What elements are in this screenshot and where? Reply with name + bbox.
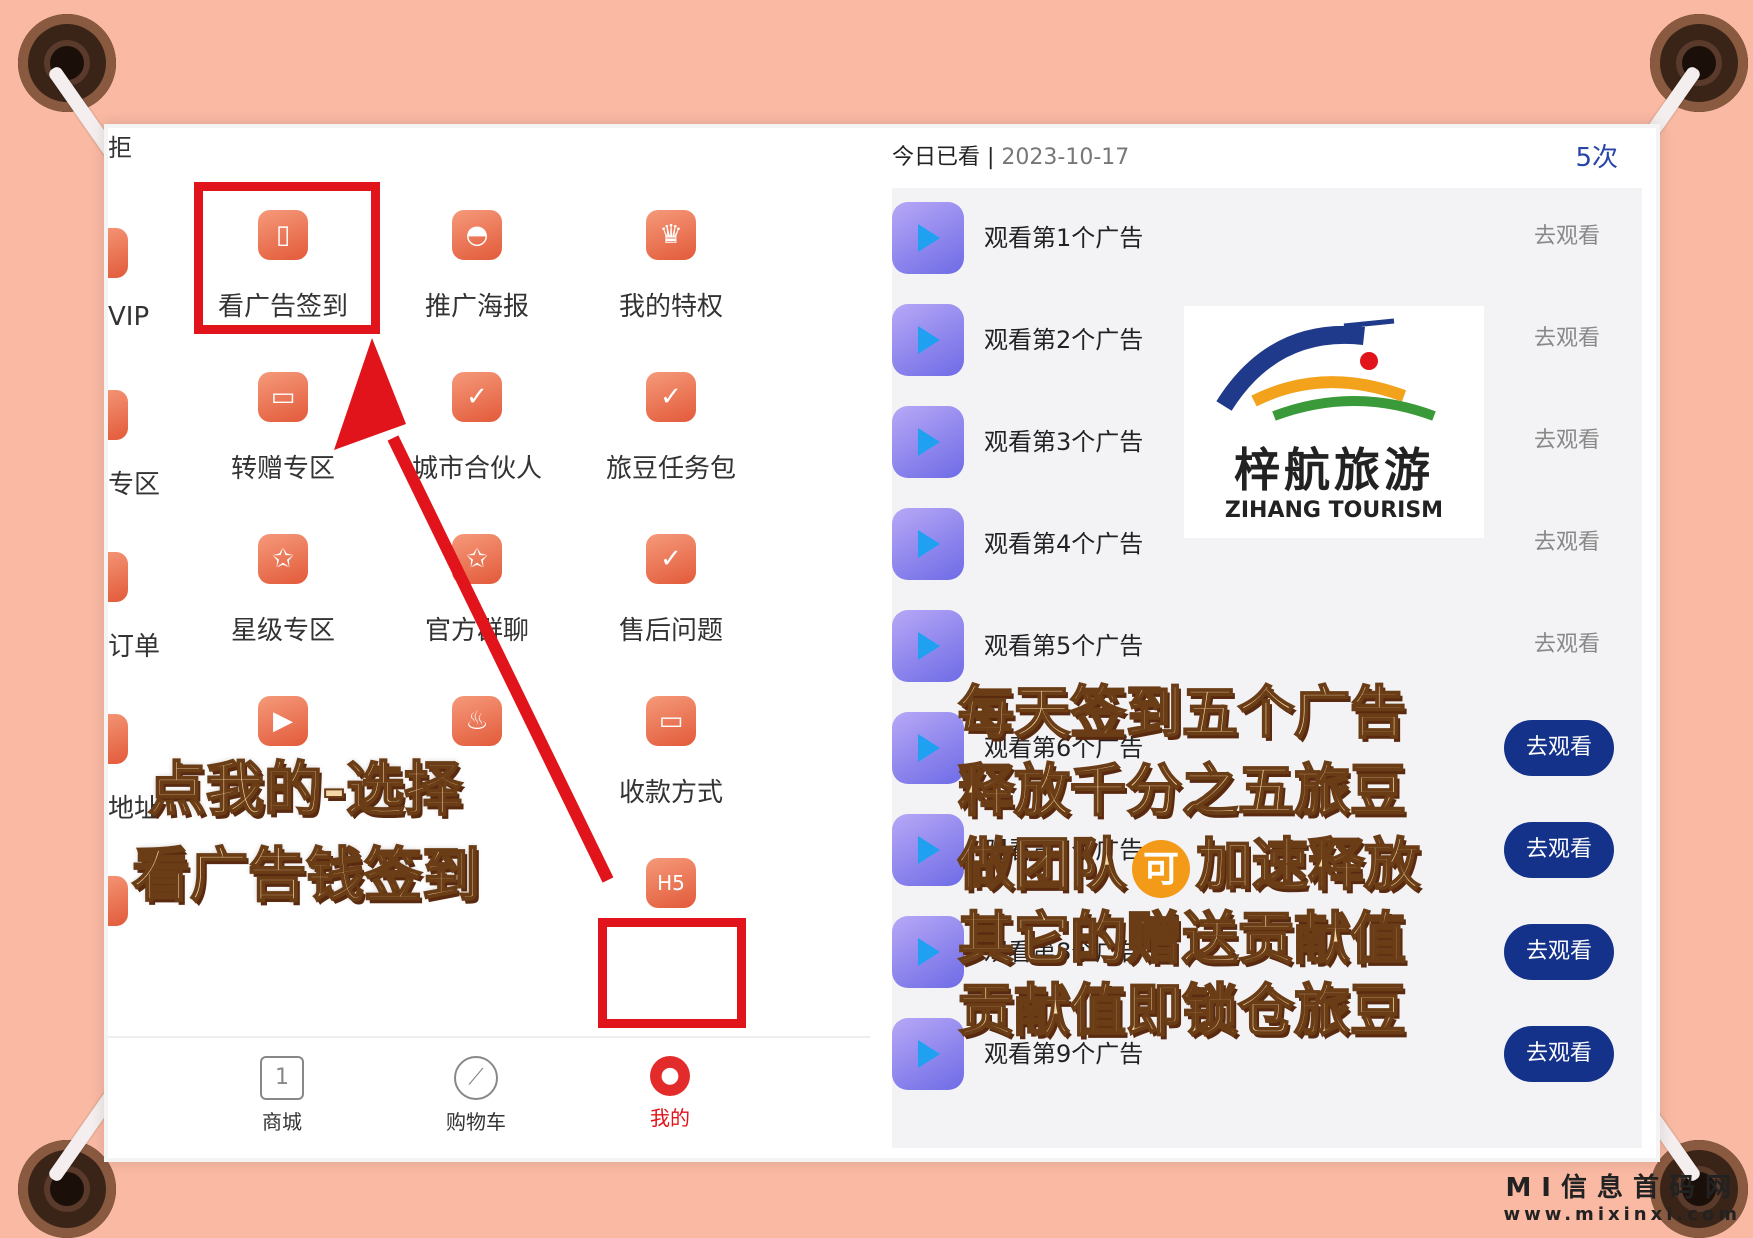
site-watermark: MI信息首码网 www.mixinxi.com	[1503, 1167, 1741, 1225]
screenshot-card: 拒 VIP 专区 订单 地址 ▯ 看广告签到 ◓ 推广海报 ♛ 我的特权 ▭ 转…	[104, 124, 1660, 1162]
watched-count: 5次	[1575, 143, 1618, 173]
ad-title: 观看第4个广告	[984, 530, 1144, 558]
ad-title: 观看第5个广告	[984, 632, 1144, 660]
ad-title: 观看第2个广告	[984, 326, 1144, 354]
today-date: 2023-10-17	[1001, 145, 1130, 170]
logo-en-text: ZIHANG TOURISM	[1224, 498, 1444, 523]
watch-button[interactable]: 去观看	[1504, 720, 1614, 776]
watch-button[interactable]: 去观看	[1504, 822, 1614, 878]
promo-line-3b: 加速释放	[1195, 831, 1421, 899]
promo-line-4: 其它的赠送贡献值	[957, 905, 1407, 973]
promo-line-2: 释放千分之五旅豆	[957, 757, 1407, 825]
video-thumb-icon	[892, 916, 964, 988]
ad-row: 观看第1个广告 去观看	[892, 188, 1642, 288]
grommet-top-right	[1650, 14, 1748, 112]
watch-button[interactable]: 去观看	[1534, 524, 1600, 556]
promo-line-1: 每天签到五个广告	[957, 679, 1407, 747]
watch-button[interactable]: 去观看	[1534, 218, 1600, 250]
logo-mark	[1216, 318, 1436, 421]
today-label: 今日已看 |	[892, 145, 995, 170]
profile-menu-panel: 拒 VIP 专区 订单 地址 ▯ 看广告签到 ◓ 推广海报 ♛ 我的特权 ▭ 转…	[108, 128, 870, 1158]
instruction-line-1: 点我的-选择	[147, 754, 463, 824]
watermark-url: www.mixinxi.com	[1503, 1204, 1741, 1225]
video-thumb-icon	[892, 1018, 964, 1090]
watch-button[interactable]: 去观看	[1534, 626, 1600, 658]
watch-button[interactable]: 去观看	[1534, 422, 1600, 454]
video-thumb-icon	[892, 202, 964, 274]
ad-title: 观看第1个广告	[984, 224, 1144, 252]
promo-line-3a: 做团队	[957, 831, 1127, 899]
video-thumb-icon	[892, 814, 964, 886]
promo-line-3: 做团队可加速释放	[957, 820, 1421, 901]
video-thumb-icon	[892, 508, 964, 580]
ad-title: 观看第3个广告	[984, 428, 1144, 456]
promo-line-5: 贡献值即锁仓旅豆	[957, 977, 1407, 1045]
instruction-line-2: 看广告钱签到	[131, 840, 481, 910]
zihang-logo: 梓航旅游 ZIHANG TOURISM	[1184, 306, 1484, 538]
video-thumb-icon	[892, 610, 964, 682]
logo-cn-text: 梓航旅游	[1234, 443, 1434, 497]
arrow-head	[334, 338, 406, 450]
red-arrow	[334, 338, 614, 883]
watch-button[interactable]: 去观看	[1534, 320, 1600, 352]
coin-badge: 可	[1132, 840, 1190, 899]
watermark-title: MI信息首码网	[1505, 1173, 1741, 1203]
watch-button[interactable]: 去观看	[1504, 924, 1614, 980]
video-thumb-icon	[892, 406, 964, 478]
video-thumb-icon	[892, 304, 964, 376]
today-watched: 今日已看 | 2023-10-17	[892, 128, 1129, 188]
video-thumb-icon	[892, 712, 964, 784]
watch-button[interactable]: 去观看	[1504, 1026, 1614, 1082]
